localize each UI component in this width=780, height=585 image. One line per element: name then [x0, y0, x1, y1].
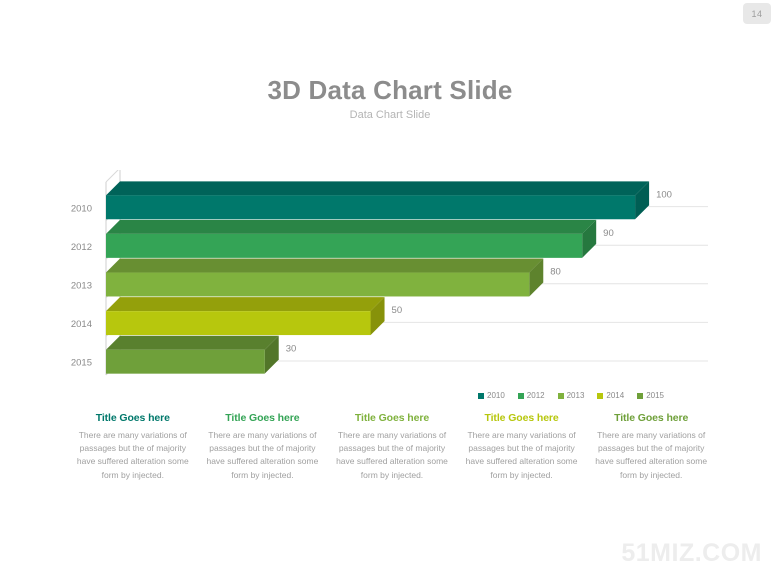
- bar-value-label: 100: [656, 189, 672, 200]
- caption-title: Title Goes here: [95, 412, 170, 424]
- bar-front-face: [106, 195, 636, 220]
- legend-label: 2010: [487, 391, 505, 400]
- legend-item-2013[interactable]: 2013: [557, 391, 585, 400]
- legend-item-2014[interactable]: 2014: [597, 391, 624, 400]
- bar-front-face: [106, 349, 265, 374]
- category-label-2013: 2013: [71, 281, 92, 292]
- legend-item-2015[interactable]: 2015: [637, 391, 664, 400]
- caption-title: Title Goes here: [354, 412, 430, 424]
- legend-swatch-icon: [517, 392, 524, 399]
- bar-top-face: [106, 258, 544, 273]
- legend-item-2010[interactable]: 2010: [478, 391, 505, 400]
- bar-front-face: [106, 311, 371, 336]
- legend-item-2012[interactable]: 2012: [517, 391, 545, 400]
- legend-label: 2013: [566, 391, 585, 400]
- caption-title: Title Goes here: [614, 412, 689, 424]
- chart-canvas: 100 2010 90 2012 80 2013 50 2014 30 2015: [71, 170, 708, 376]
- page-number-badge: 14: [743, 3, 771, 24]
- bar-2013[interactable]: [106, 258, 544, 297]
- caption-body: There are many variations of passages bu…: [336, 430, 448, 480]
- bar-top-face: [106, 335, 279, 350]
- category-label-2012: 2012: [71, 242, 92, 253]
- legend-label: 2014: [606, 391, 625, 400]
- caption-title: Title Goes here: [225, 412, 300, 424]
- watermark: 51MIZ.COM: [621, 539, 762, 567]
- bar-2012[interactable]: [106, 219, 597, 258]
- bar-top-face: [106, 297, 385, 312]
- axis-depth-edge: [105, 170, 119, 183]
- page-title: 3D Data Chart Slide: [267, 75, 513, 105]
- page-subtitle: Data Chart Slide: [349, 109, 431, 121]
- legend-label: 2015: [646, 391, 664, 400]
- caption-column-2: Title Goes here There are many variations…: [198, 412, 328, 482]
- bar-chart-3d: 100 2010 90 2012 80 2013 50 2014 30 2015: [0, 170, 780, 405]
- category-label-2014: 2014: [71, 319, 92, 330]
- chart-legend: 2010 2012 2013 2014 2015: [478, 391, 664, 400]
- legend-swatch-icon: [637, 392, 644, 399]
- bar-top-face: [106, 181, 650, 196]
- bar-2015[interactable]: [106, 335, 279, 374]
- caption-body: There are many variations of passages bu…: [595, 430, 708, 480]
- bar-value-label: 30: [286, 344, 297, 355]
- bar-value-label: 90: [603, 228, 614, 239]
- legend-label: 2012: [526, 391, 545, 400]
- caption-title: Title Goes here: [484, 412, 559, 424]
- caption-body: There are many variations of passages bu…: [465, 430, 578, 480]
- bar-value-label: 80: [550, 267, 561, 278]
- caption-column-4: Title Goes here There are many variations…: [457, 412, 587, 482]
- category-label-2010: 2010: [71, 203, 92, 214]
- caption-body: There are many variations of passages bu…: [206, 430, 319, 480]
- caption-column-1: Title Goes here There are many variations…: [68, 412, 198, 482]
- bar-front-face: [106, 272, 530, 297]
- category-label-2015: 2015: [71, 358, 92, 369]
- caption-body: There are many variations of passages bu…: [76, 430, 189, 480]
- legend-swatch-icon: [597, 392, 604, 399]
- caption-column-5: Title Goes here There are many variations…: [586, 412, 716, 482]
- bar-top-face: [106, 219, 597, 234]
- caption-column-3: Title Goes here There are many variations…: [327, 412, 457, 482]
- bar-2010[interactable]: [106, 181, 650, 220]
- bar-front-face: [106, 233, 583, 258]
- bar-value-label: 50: [392, 305, 403, 316]
- legend-swatch-icon: [557, 392, 564, 399]
- legend-swatch-icon: [478, 392, 484, 399]
- bar-2014[interactable]: [106, 297, 385, 336]
- caption-row: Title Goes here There are many variations…: [68, 412, 716, 482]
- page-number-label: 14: [751, 8, 763, 19]
